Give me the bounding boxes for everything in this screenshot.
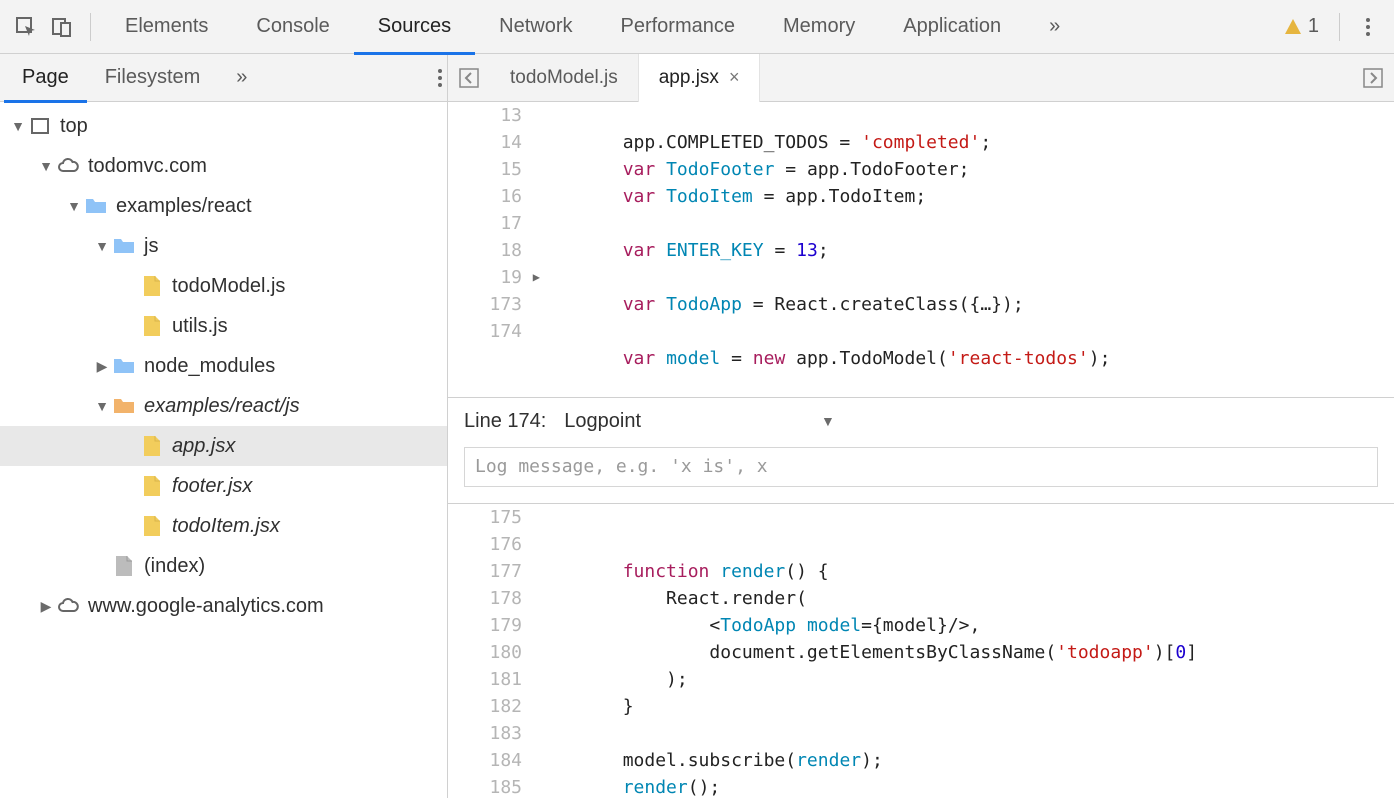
tab-performance[interactable]: Performance bbox=[597, 0, 760, 54]
code-content[interactable]: app.COMPLETED_TODOS = 'completed'; var T… bbox=[536, 102, 1394, 397]
warnings-count: 1 bbox=[1308, 15, 1319, 38]
folder-blue-icon bbox=[112, 354, 136, 378]
tree-item[interactable]: ▼ js bbox=[0, 226, 447, 266]
logpoint-header: Line 174: Logpoint ▼ bbox=[464, 410, 1378, 435]
disclosure-icon[interactable]: ▶ bbox=[94, 358, 110, 375]
folder-blue-icon bbox=[84, 194, 108, 218]
main-split: Page Filesystem » ▼ top ▼ todomvc.com ▼ examp… bbox=[0, 54, 1394, 798]
kebab-menu-icon[interactable] bbox=[1350, 9, 1386, 45]
navigator-tab-page[interactable]: Page bbox=[4, 54, 87, 102]
logpoint-line-label: Line 174: bbox=[464, 410, 546, 433]
tree-item-label: todoItem.jsx bbox=[172, 515, 280, 538]
disclosure-icon[interactable]: ▶ bbox=[38, 598, 54, 615]
disclosure-icon[interactable]: ▼ bbox=[38, 158, 54, 174]
tree-item-label: todoModel.js bbox=[172, 275, 285, 298]
navigator-tab-overflow[interactable]: » bbox=[218, 54, 265, 102]
file-gray-icon bbox=[112, 554, 136, 578]
navigator-sidebar: Page Filesystem » ▼ top ▼ todomvc.com ▼ examp… bbox=[0, 54, 448, 798]
editor-pane: todoModel.js app.jsx × 13141516171819▶17… bbox=[448, 54, 1394, 798]
file-yellow-icon bbox=[140, 274, 164, 298]
divider bbox=[1339, 13, 1340, 41]
code-editor[interactable]: 13141516171819▶173174 app.COMPLETED_TODO… bbox=[448, 102, 1394, 397]
tree-item[interactable]: todoModel.js bbox=[0, 266, 447, 306]
editor-tab-label: app.jsx bbox=[659, 67, 719, 89]
chevron-down-icon: ▼ bbox=[821, 413, 835, 429]
tree-item[interactable]: footer.jsx bbox=[0, 466, 447, 506]
editor-tab-app[interactable]: app.jsx × bbox=[639, 54, 761, 102]
divider bbox=[90, 13, 91, 41]
tab-memory[interactable]: Memory bbox=[759, 0, 879, 54]
frame-icon bbox=[28, 114, 52, 138]
navigator-kebab-icon[interactable] bbox=[437, 67, 443, 89]
cloud-icon bbox=[56, 594, 80, 618]
logpoint-message-input[interactable] bbox=[464, 447, 1378, 487]
inspect-icon[interactable] bbox=[8, 9, 44, 45]
tree-item-label: js bbox=[144, 235, 158, 258]
tree-item[interactable]: ▶ node_modules bbox=[0, 346, 447, 386]
devtools-top-tabs: Elements Console Sources Network Perform… bbox=[0, 0, 1394, 54]
tab-console[interactable]: Console bbox=[232, 0, 353, 54]
tabs-overflow[interactable]: » bbox=[1025, 0, 1084, 54]
folder-blue-icon bbox=[112, 234, 136, 258]
tree-item[interactable]: ▼ examples/react bbox=[0, 186, 447, 226]
tree-item-label: examples/react/js bbox=[144, 395, 300, 418]
tree-item[interactable]: utils.js bbox=[0, 306, 447, 346]
device-toggle-icon[interactable] bbox=[44, 9, 80, 45]
disclosure-icon[interactable]: ▼ bbox=[94, 398, 110, 414]
tree-item[interactable]: todoItem.jsx bbox=[0, 506, 447, 546]
cloud-icon bbox=[56, 154, 80, 178]
tab-elements[interactable]: Elements bbox=[101, 0, 232, 54]
breakpoint-type-select[interactable]: Logpoint ▼ bbox=[564, 410, 835, 435]
tree-item[interactable]: app.jsx bbox=[0, 426, 447, 466]
tree-item-label: app.jsx bbox=[172, 435, 235, 458]
close-icon[interactable]: × bbox=[729, 67, 740, 88]
warnings-badge[interactable]: 1 bbox=[1274, 15, 1329, 38]
tree-item-label: footer.jsx bbox=[172, 475, 252, 498]
tab-network[interactable]: Network bbox=[475, 0, 596, 54]
fold-icon[interactable]: ▶ bbox=[533, 264, 540, 291]
tree-item-label: utils.js bbox=[172, 315, 228, 338]
tree-item[interactable]: ▼ todomvc.com bbox=[0, 146, 447, 186]
file-tree: ▼ top ▼ todomvc.com ▼ examples/react ▼ js todoMo… bbox=[0, 102, 447, 798]
editor-tabs: todoModel.js app.jsx × bbox=[448, 54, 1394, 102]
tree-item-label: node_modules bbox=[144, 355, 275, 378]
code-editor-lower[interactable]: 175176177178179180181182183184185186 fun… bbox=[448, 504, 1394, 798]
tree-item-label: www.google-analytics.com bbox=[88, 595, 324, 618]
file-yellow-icon bbox=[140, 474, 164, 498]
file-yellow-icon bbox=[140, 514, 164, 538]
tree-item[interactable]: (index) bbox=[0, 546, 447, 586]
line-gutter[interactable]: 13141516171819▶173174 bbox=[448, 102, 536, 397]
tree-item-label: top bbox=[60, 115, 88, 138]
file-yellow-icon bbox=[140, 314, 164, 338]
show-debugger-icon[interactable] bbox=[1352, 68, 1394, 88]
code-content[interactable]: function render() { React.render( <TodoA… bbox=[536, 504, 1394, 798]
folder-orange-icon bbox=[112, 394, 136, 418]
breakpoint-type-value: Logpoint bbox=[564, 410, 641, 433]
disclosure-icon[interactable]: ▼ bbox=[66, 198, 82, 214]
tree-item[interactable]: ▼ top bbox=[0, 106, 447, 146]
tree-item[interactable]: ▶ www.google-analytics.com bbox=[0, 586, 447, 626]
logpoint-panel: Line 174: Logpoint ▼ bbox=[448, 397, 1394, 504]
disclosure-icon[interactable]: ▼ bbox=[10, 118, 26, 134]
tree-item[interactable]: ▼ examples/react/js bbox=[0, 386, 447, 426]
navigator-tabs: Page Filesystem » bbox=[0, 54, 447, 102]
tree-item-label: todomvc.com bbox=[88, 155, 207, 178]
editor-tab-todomodel[interactable]: todoModel.js bbox=[490, 54, 639, 102]
warning-icon bbox=[1284, 18, 1302, 36]
navigator-tab-filesystem[interactable]: Filesystem bbox=[87, 54, 219, 102]
line-gutter[interactable]: 175176177178179180181182183184185186 bbox=[448, 504, 536, 798]
tree-item-label: (index) bbox=[144, 555, 205, 578]
tab-application[interactable]: Application bbox=[879, 0, 1025, 54]
tab-sources[interactable]: Sources bbox=[354, 0, 475, 54]
file-yellow-icon bbox=[140, 434, 164, 458]
editor-tab-label: todoModel.js bbox=[510, 67, 618, 89]
disclosure-icon[interactable]: ▼ bbox=[94, 238, 110, 254]
tree-item-label: examples/react bbox=[116, 195, 252, 218]
nav-back-icon[interactable] bbox=[448, 68, 490, 88]
